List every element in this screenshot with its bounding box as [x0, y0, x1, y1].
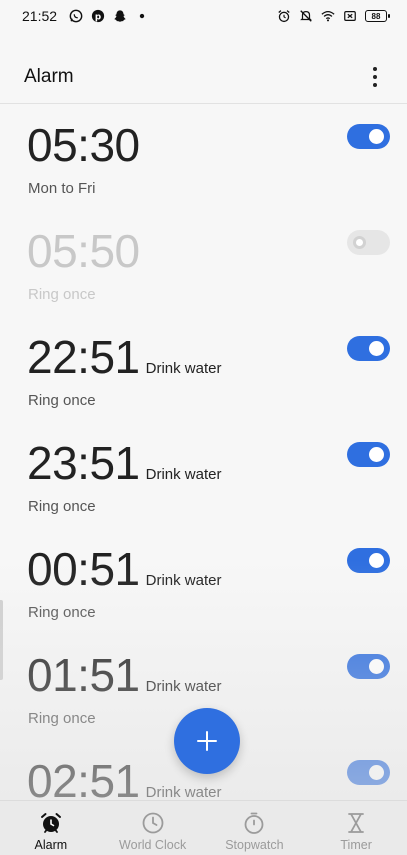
alarm-toggle[interactable]	[347, 548, 390, 573]
alarm-toggle[interactable]	[347, 336, 390, 361]
tab-alarm[interactable]: Alarm	[0, 801, 102, 855]
alarm-time: 22:51	[27, 331, 140, 383]
alarm-time: 05:50	[27, 225, 140, 277]
page-title: Alarm	[24, 65, 74, 87]
bell-muted-icon	[299, 9, 313, 23]
more-vertical-icon	[373, 66, 377, 71]
status-bar: 21:52 p 88	[0, 0, 407, 32]
alarm-item[interactable]: 22:51 Drink water Ring once	[0, 318, 407, 424]
status-left: 21:52 p	[22, 8, 149, 24]
status-time: 21:52	[22, 8, 58, 24]
pinterest-icon: p	[91, 9, 105, 23]
plus-icon	[197, 731, 217, 751]
svg-text:p: p	[95, 13, 101, 23]
alarm-repeat: Ring once	[28, 498, 96, 515]
alarm-clock-icon	[277, 9, 291, 23]
alarm-repeat: Mon to Fri	[28, 180, 96, 197]
tab-stopwatch[interactable]: Stopwatch	[204, 801, 306, 855]
alarm-item[interactable]: 00:51 Drink water Ring once	[0, 530, 407, 636]
alarm-time: 23:51	[27, 437, 140, 489]
alarm-time: 00:51	[27, 543, 140, 595]
alarm-time: 01:51	[27, 649, 140, 701]
alarm-label: Drink water	[145, 360, 222, 377]
tab-timer[interactable]: Timer	[305, 801, 407, 855]
alarm-toggle[interactable]	[347, 230, 390, 255]
tab-world-clock[interactable]: World Clock	[102, 801, 204, 855]
alarm-label: Drink water	[145, 784, 222, 801]
alarm-repeat: Ring once	[28, 604, 96, 621]
alarm-toggle[interactable]	[347, 654, 390, 679]
whatsapp-icon	[69, 9, 83, 23]
alarm-item[interactable]: 05:30 Mon to Fri	[0, 106, 407, 212]
add-alarm-button[interactable]	[174, 708, 240, 774]
bottom-nav: Alarm World Clock Stopwatch Timer	[0, 800, 407, 855]
status-right: 88	[277, 9, 390, 23]
tab-label: World Clock	[119, 838, 187, 852]
snapchat-icon	[113, 9, 127, 23]
app-bar: Alarm	[0, 50, 407, 104]
tab-label: Alarm	[34, 838, 68, 852]
battery-icon: 88	[365, 10, 390, 22]
tab-label: Stopwatch	[225, 838, 284, 852]
sim-off-icon	[343, 9, 357, 23]
alarm-time: 05:30	[27, 119, 140, 171]
clock-icon	[140, 810, 166, 836]
dot-icon	[135, 9, 149, 23]
alarm-toggle[interactable]	[347, 760, 390, 785]
more-options-button[interactable]	[365, 64, 385, 90]
alarm-repeat: Ring once	[28, 710, 96, 727]
alarm-label: Drink water	[145, 678, 222, 695]
alarm-clock-icon	[38, 810, 64, 836]
alarm-toggle[interactable]	[347, 442, 390, 467]
alarm-repeat: Ring once	[28, 286, 96, 303]
alarm-repeat: Ring once	[28, 392, 96, 409]
alarm-label: Drink water	[145, 572, 222, 589]
alarm-label: Drink water	[145, 466, 222, 483]
tab-label: Timer	[340, 838, 372, 852]
stopwatch-icon	[241, 810, 267, 836]
alarm-item[interactable]: 05:50 Ring once	[0, 212, 407, 318]
alarm-item[interactable]: 23:51 Drink water Ring once	[0, 424, 407, 530]
wifi-icon	[321, 9, 335, 23]
hourglass-icon	[343, 810, 369, 836]
alarm-toggle[interactable]	[347, 124, 390, 149]
